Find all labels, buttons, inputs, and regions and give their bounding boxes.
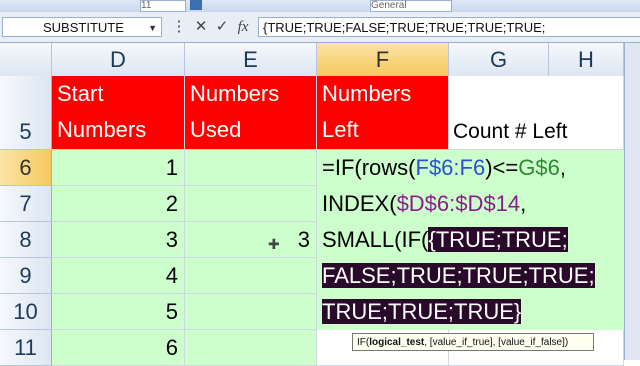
column-header-g[interactable]: G [449,43,549,76]
header-cell-start-numbers[interactable]: Start Numbers [52,76,185,150]
tooltip-arg[interactable]: logical_test [369,337,424,348]
font-size-box[interactable]: 11 [140,0,186,12]
name-box[interactable]: SUBSTITUTE ▼ [2,17,162,37]
start-number-cell[interactable]: 5 [52,294,185,330]
name-box-value: SUBSTITUTE [43,20,124,35]
tooltip-fn: IF( [357,337,370,348]
formula-ref: F$6:F6 [415,155,486,180]
cell-cursor-icon: ✚ [268,236,280,252]
more-icon: ⋮ [171,18,187,35]
row-header-5[interactable]: 5 [0,76,52,150]
formula-ref: G$6 [518,155,560,180]
row-header-6[interactable]: 6 [0,150,52,186]
formula-token: , [520,191,527,216]
formula-line-2: INDEX($D$6:$D$14, [322,186,526,222]
header-line: Left [322,117,359,142]
formula-token: )<= [485,155,519,180]
column-header-h[interactable]: H [549,43,624,76]
numbers-used-cell[interactable] [185,258,317,294]
numbers-used-cell[interactable] [185,150,317,186]
save-icon[interactable] [190,0,202,10]
formula-bar: SUBSTITUTE ▼ ⋮ ✕ ✓ fx {TRUE;TRUE;FALSE;T… [0,12,640,43]
numbers-used-cell[interactable] [185,294,317,330]
ribbon-strip: 11 General [0,0,640,12]
formula-token: =IF(rows( [322,155,416,180]
formula-line-1: =IF(rows(F$6:F6)<=G$6, [322,150,566,186]
number-format-box[interactable]: General [370,0,452,12]
row-header-10[interactable]: 10 [0,294,52,330]
formula-line-5: TRUE;TRUE;TRUE} [322,294,522,330]
row-header-9[interactable]: 9 [0,258,52,294]
header-line: Numbers [322,81,412,106]
insert-function-icon[interactable]: fx [234,17,252,37]
start-number-cell[interactable]: 4 [52,258,185,294]
function-tooltip: IF(logical_test, [value_if_true], [value… [352,333,594,351]
header-cell-numbers-used[interactable]: Numbers Used [185,76,317,150]
row-header-7[interactable]: 7 [0,186,52,222]
formula-selection: {TRUE;TRUE; [428,227,568,252]
formula-selection: TRUE;TRUE;TRUE} [322,299,522,324]
numbers-used-cell[interactable] [185,330,317,366]
header-line: Start [57,81,104,106]
numbers-used-cell[interactable]: 3 [185,222,317,258]
column-headers: D E F G H [0,43,640,77]
formula-selection: FALSE;TRUE;TRUE;TRUE; [322,263,595,288]
row-header-11[interactable]: 11 [0,330,52,366]
formula-token: , [559,155,566,180]
cancel-icon[interactable]: ✕ [192,17,210,37]
start-number-cell[interactable]: 3 [52,222,185,258]
column-header-d[interactable]: D [52,43,185,76]
enter-icon[interactable]: ✓ [213,17,231,37]
formula-token: INDEX( [322,191,397,216]
formula-line-3: SMALL(IF({TRUE;TRUE; [322,222,568,258]
formula-ref: $D$6:$D$14 [396,191,521,216]
numbers-used-cell[interactable] [185,186,317,222]
formula-input[interactable]: {TRUE;TRUE;FALSE;TRUE;TRUE;TRUE;TRUE; [258,17,640,37]
chevron-down-icon[interactable]: ▼ [148,18,157,38]
row-header-8[interactable]: 8 [0,222,52,258]
formula-line-4: FALSE;TRUE;TRUE;TRUE; [322,258,595,294]
worksheet-grid[interactable]: 5 6 7 8 9 10 11 Start Numbers Numbers Us… [0,76,640,366]
header-line: Count # Left [453,120,568,143]
header-cell-count-left[interactable]: Count # Left [449,76,624,150]
vertical-scrollbar[interactable] [624,43,640,360]
formula-token: SMALL(IF( [322,227,429,252]
column-header-f[interactable]: F [317,43,449,76]
column-header-e[interactable]: E [185,43,317,76]
select-all-corner[interactable] [0,43,52,76]
tooltip-rest: , [value_if_true], [value_if_false]) [424,337,569,348]
start-number-cell[interactable]: 1 [52,150,185,186]
header-line: Numbers [190,81,280,106]
header-line: Used [190,117,242,142]
start-number-cell[interactable]: 6 [52,330,185,366]
start-number-cell[interactable]: 2 [52,186,185,222]
header-cell-numbers-left[interactable]: Numbers Left [317,76,449,150]
header-line: Numbers [57,117,147,142]
